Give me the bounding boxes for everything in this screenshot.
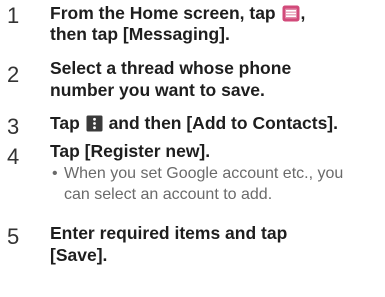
step-text-line1: Tap [Register new]. [50,141,211,161]
note-line2: can select an account to add. [64,186,273,203]
step-number: 1 [7,3,20,28]
step-text-line1: Enter required items and tap [50,223,288,243]
options-key-icon [86,115,103,137]
step-text-line2: [Save]. [50,245,108,265]
step-number: 2 [7,62,20,87]
step-number: 3 [7,114,20,139]
step-text-part: From the Home screen, tap [50,3,276,23]
step-note: • When you set Google account etc., you [52,164,343,184]
step-number: 4 [7,144,20,169]
step-text: Tap and then [Add to Contacts]. [50,112,338,137]
instruction-steps: 1 From the Home screen, tap , then tap [… [0,0,385,297]
menu-key-icon [282,5,300,27]
step-note-line2: can select an account to add. [52,185,272,205]
step-text-line2: number you want to save. [50,80,265,100]
note-line1: When you set Google account etc., you [64,165,344,182]
step-text-part: , [300,3,306,23]
step-text-part: and then [Add to Contacts]. [108,113,339,133]
step-text-line1: Select a thread whose phone [50,58,292,78]
note-bullet: • [52,165,58,182]
step-text-line2: then tap [Messaging]. [50,24,230,44]
step-number: 5 [7,224,20,249]
step-text-part: Tap [50,113,80,133]
